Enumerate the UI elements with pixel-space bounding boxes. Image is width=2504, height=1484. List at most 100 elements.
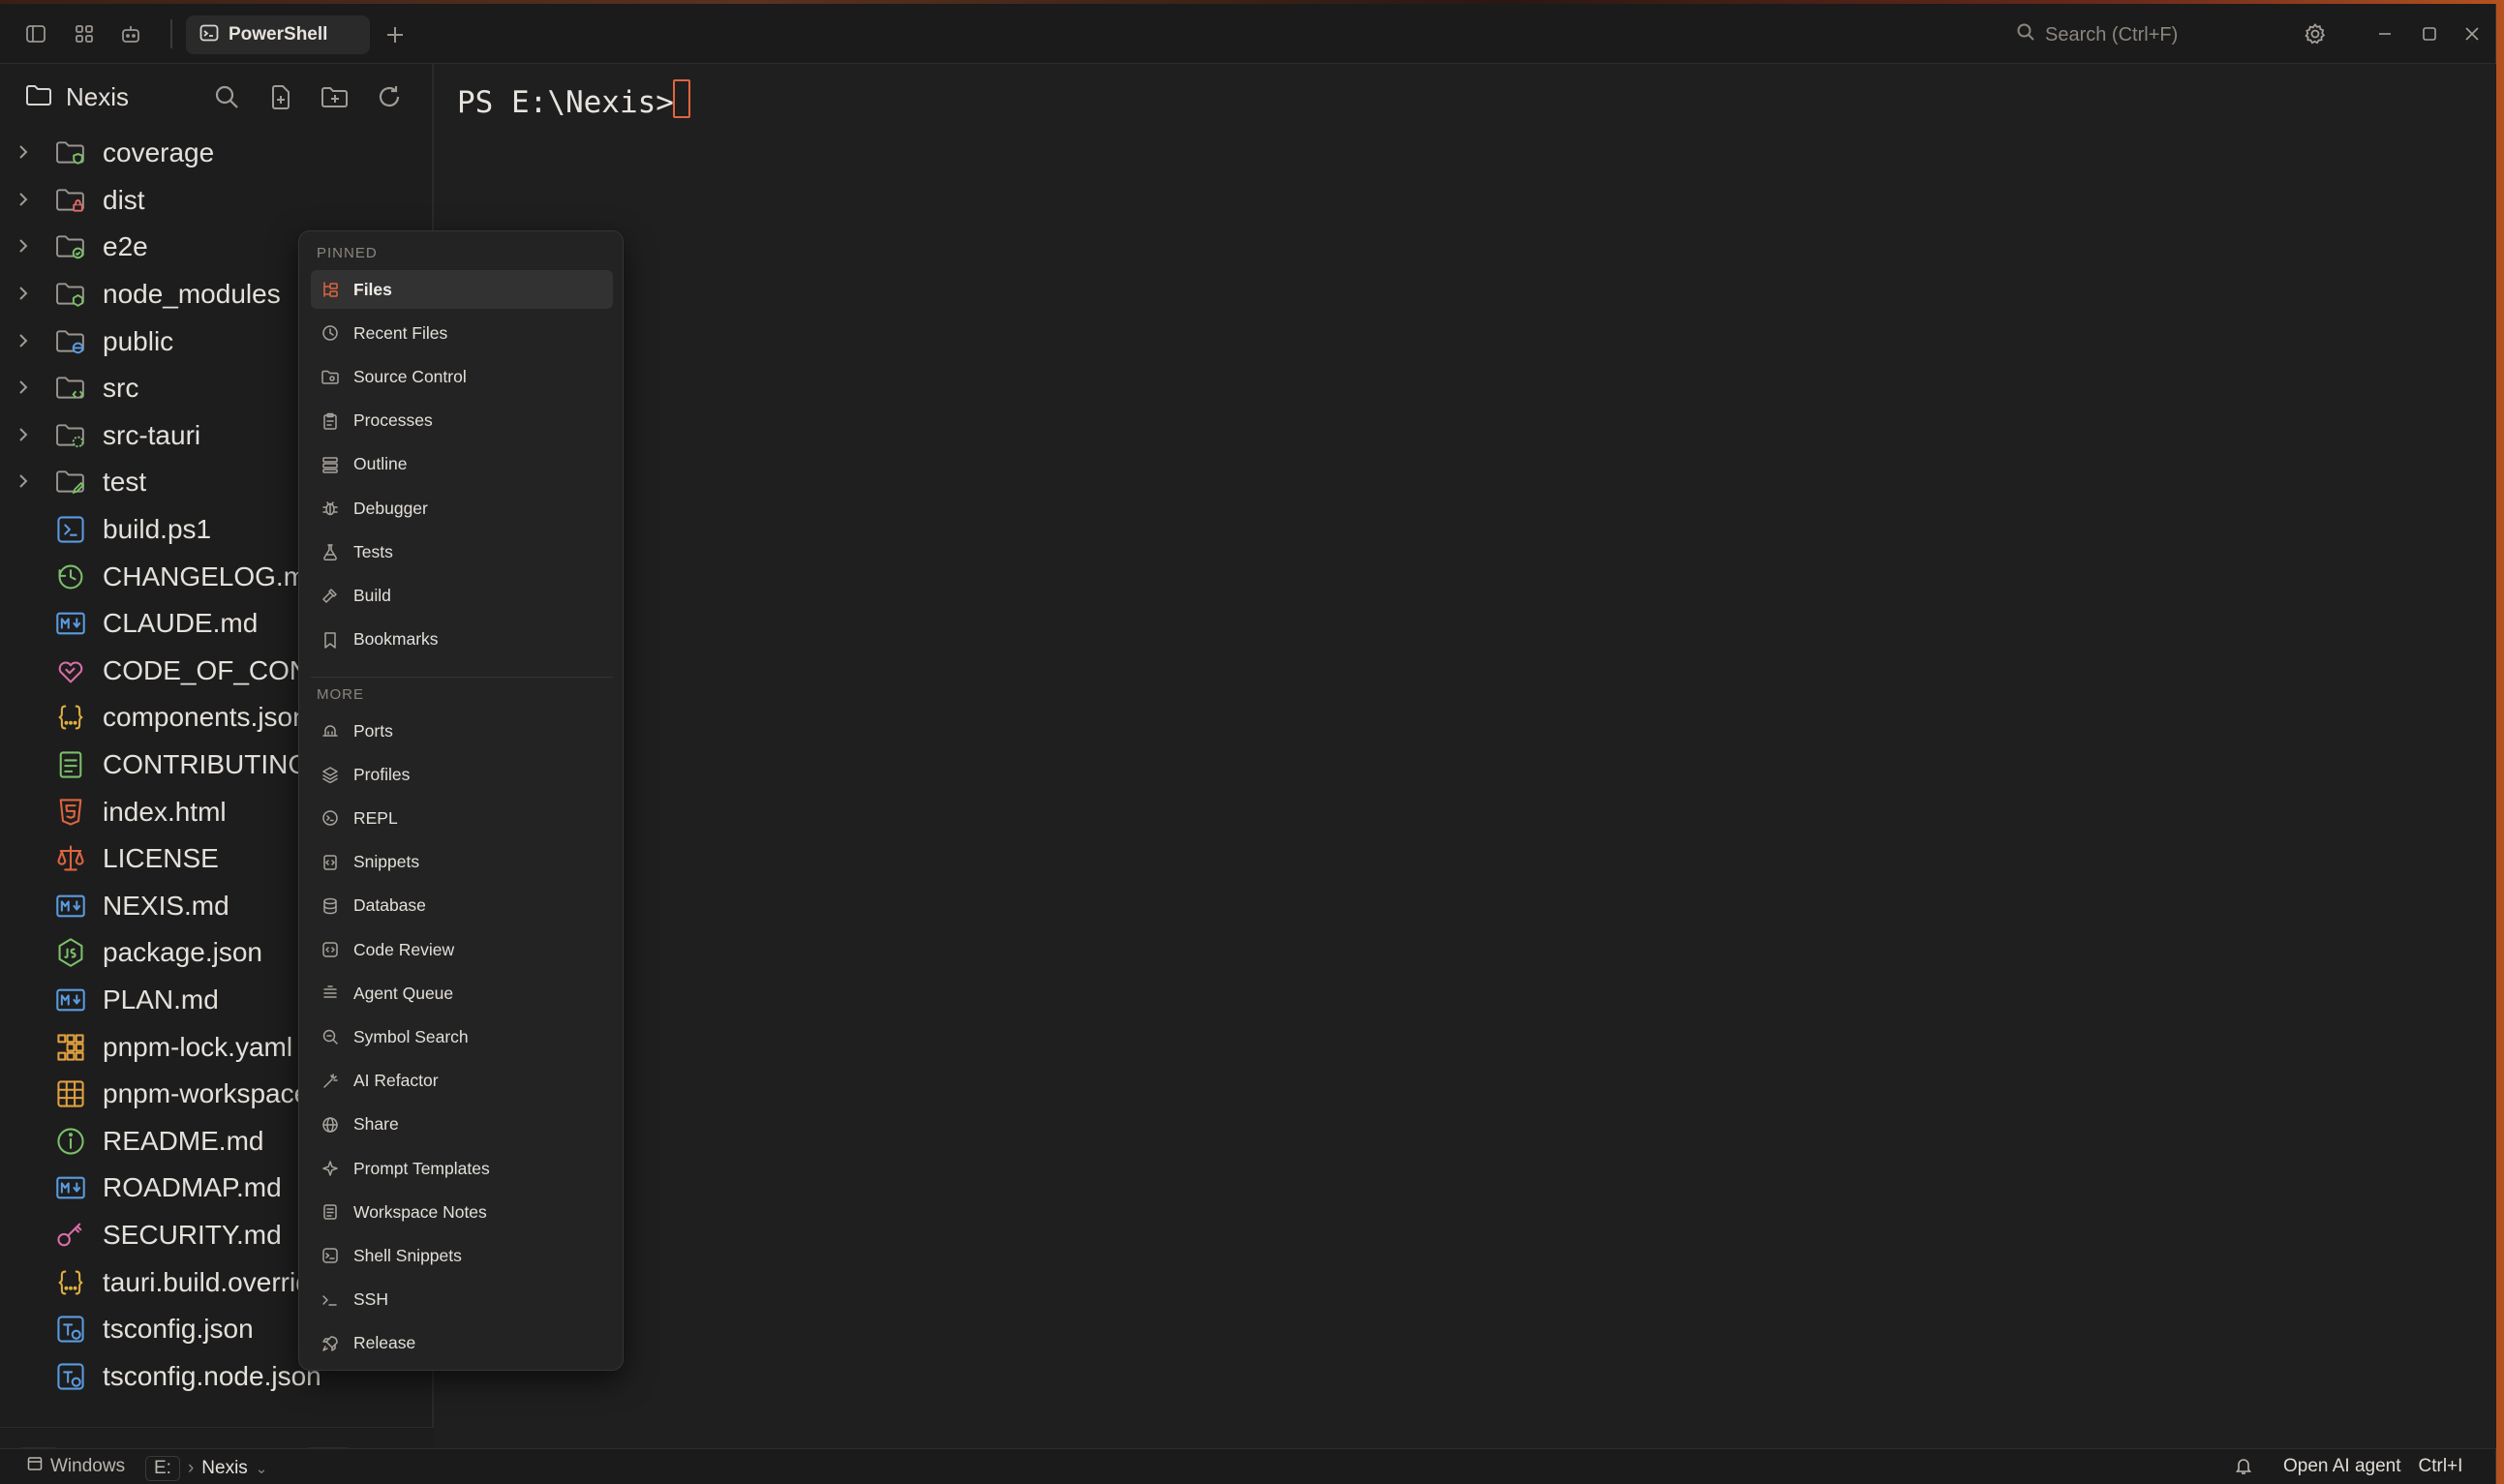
chevron-down-icon[interactable]: ⌄ [256,1460,268,1477]
menu-item-ai-refactor[interactable]: AI Refactor [311,1062,613,1101]
history-file-icon [54,560,87,593]
new-tab-button[interactable] [380,19,411,50]
terminal-prompt-icon [321,1290,340,1310]
bug-icon [321,499,340,518]
titlebar-divider [170,19,172,48]
menu-item-label: Profiles [353,764,411,784]
menu-item-code-review[interactable]: Code Review [311,930,613,969]
folder-check-icon [54,230,87,263]
menu-item-label: Ports [353,720,393,741]
status-bar: Windows E: › Nexis ⌄ Open AI agent Ctrl+… [0,1448,2495,1484]
bot-icon[interactable] [114,17,147,50]
menu-item-recent-files[interactable]: Recent Files [311,314,613,352]
search-icon [2016,22,2035,47]
maximize-button[interactable] [2413,17,2446,50]
menu-item-tests[interactable]: Tests [311,532,613,571]
minimize-button[interactable] [2368,17,2401,50]
open-ai-agent-button[interactable]: Open AI agent Ctrl+I [2283,1456,2462,1477]
refresh-icon[interactable] [372,79,407,114]
new-folder-icon[interactable] [318,79,352,114]
menu-item-build[interactable]: Build [311,576,613,615]
menu-item-label: Tests [353,541,393,561]
powershell-file-icon [54,513,87,546]
symbol-search-icon [321,1027,340,1046]
grid-icon[interactable] [68,17,101,50]
menu-item-symbol-search[interactable]: Symbol Search [311,1017,613,1056]
menu-item-label: Agent Queue [353,983,454,1003]
sparkle-icon [321,1159,340,1178]
global-search[interactable]: Search (Ctrl+F) [2010,17,2291,52]
menu-item-label: SSH [353,1289,388,1310]
chevron-right-icon[interactable] [15,376,35,401]
menu-item-label: Database [353,895,426,916]
menu-item-ssh[interactable]: SSH [311,1281,613,1319]
tab-powershell[interactable]: PowerShell [186,15,370,54]
code-review-icon [321,940,340,959]
menu-section-header: MORE [317,686,364,703]
tab-label: PowerShell [229,24,328,45]
tree-item-label: coverage [103,137,215,168]
chevron-right-icon[interactable] [15,234,35,259]
tree-item-label: CLAUDE.md [103,608,259,639]
menu-item-release[interactable]: Release [311,1324,613,1363]
tree-item-label: NEXIS.md [103,890,229,921]
menu-item-workspace-notes[interactable]: Workspace Notes [311,1193,613,1231]
menu-item-label: AI Refactor [353,1071,439,1091]
menu-item-snippets[interactable]: Snippets [311,843,613,882]
folder-globe-icon [54,325,87,358]
close-button[interactable] [2456,17,2489,50]
folder-lock-icon [54,184,87,217]
menu-item-bookmarks[interactable]: Bookmarks [311,621,613,659]
terminal-pane[interactable]: PS E:\Nexis> [436,64,2496,1448]
menu-item-source-control[interactable]: Source Control [311,357,613,396]
os-indicator[interactable]: Windows [27,1456,125,1477]
menu-item-repl[interactable]: REPL [311,799,613,837]
search-files-icon[interactable] [209,79,244,114]
menu-item-prompt-templates[interactable]: Prompt Templates [311,1149,613,1188]
chevron-right-icon[interactable] [15,140,35,166]
menu-item-agent-queue[interactable]: Agent Queue [311,974,613,1013]
tree-item-label: tsconfig.node.json [103,1360,321,1391]
tree-folder-row[interactable]: dist [0,177,432,225]
breadcrumb: E: › Nexis ⌄ [145,1456,267,1481]
notifications-bell-icon[interactable] [2235,1456,2252,1475]
typescript-config-icon [54,1360,87,1393]
chevron-right-icon[interactable] [15,188,35,213]
drive-crumb[interactable]: E: [145,1456,180,1481]
menu-item-files[interactable]: Files [311,270,613,309]
menu-item-profiles[interactable]: Profiles [311,755,613,794]
tree-folder-row[interactable]: coverage [0,130,432,177]
menu-item-share[interactable]: Share [311,1105,613,1144]
menu-item-outline[interactable]: Outline [311,445,613,484]
html-file-icon [54,796,87,829]
tree-item-label: pnpm-lock.yaml [103,1031,293,1062]
tree-item-label: PLAN.md [103,984,219,1015]
tree-item-label: index.html [103,796,227,827]
heart-handshake-icon [54,654,87,687]
menu-item-debugger[interactable]: Debugger [311,489,613,528]
typescript-config-icon [54,1313,87,1346]
tree-item-label: node_modules [103,279,281,310]
new-file-icon[interactable] [263,79,298,114]
nodejs-file-icon [54,936,87,969]
menu-item-processes[interactable]: Processes [311,402,613,440]
layers-icon [321,765,340,784]
folder-icon [25,82,52,112]
shell-snippet-icon [321,1246,340,1265]
chevron-right-icon[interactable] [15,282,35,307]
chevron-right-icon[interactable] [15,423,35,448]
menu-item-shell-snippets[interactable]: Shell Snippets [311,1236,613,1275]
menu-item-label: Snippets [353,852,420,872]
menu-item-label: Release [353,1333,416,1353]
chevron-right-icon[interactable] [15,329,35,354]
menu-item-label: Files [353,279,392,299]
toggle-sidebar-icon[interactable] [19,17,52,50]
menu-item-ports[interactable]: Ports [311,712,613,750]
folder-crumb[interactable]: Nexis [201,1458,248,1479]
menu-item-database[interactable]: Database [311,887,613,925]
clipboard-icon [321,411,340,431]
settings-gear-icon[interactable] [2299,17,2332,50]
json-file-icon [54,701,87,734]
chevron-right-icon[interactable] [15,469,35,495]
markdown-file-icon [54,607,87,640]
